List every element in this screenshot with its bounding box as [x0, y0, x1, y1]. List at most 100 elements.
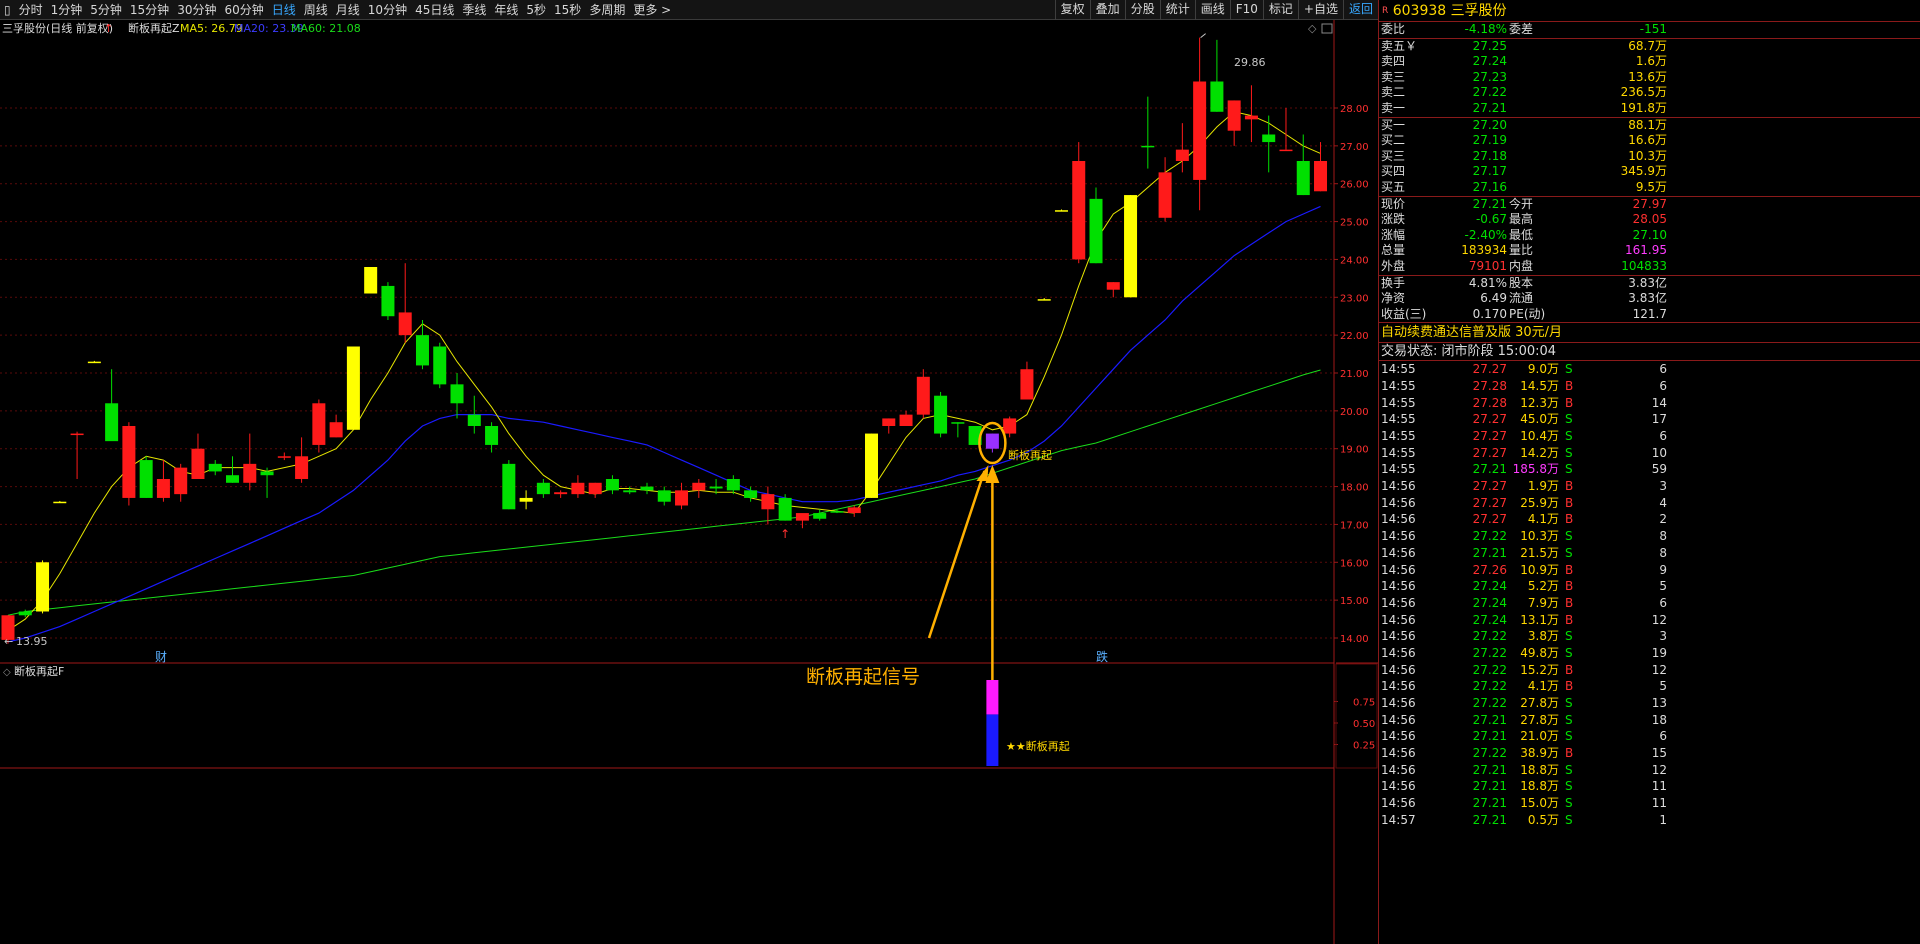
candle-body	[36, 562, 50, 612]
tick-count: 17	[1651, 412, 1667, 427]
stat-row: 净资 6.49 流通 3.83亿	[1379, 291, 1920, 307]
tick-volume: 4.1万	[1527, 679, 1559, 694]
period-tab-8[interactable]: 月线	[332, 0, 364, 20]
chart-diamond-icon[interactable]: ◇	[1308, 22, 1317, 35]
tick-count: 13	[1651, 696, 1667, 711]
stock-header[interactable]: R 603938 三孚股份	[1379, 0, 1920, 22]
drop-marker[interactable]: 跌	[1096, 649, 1108, 664]
tool-button-2[interactable]: 分股	[1124, 0, 1160, 20]
tick-count: 6	[1659, 729, 1667, 744]
stat-value: 27.21	[1472, 196, 1507, 211]
period-tab-7[interactable]: 周线	[300, 0, 332, 20]
candle-body	[571, 482, 585, 495]
tick-time: 14:56	[1381, 729, 1416, 744]
period-tab-10[interactable]: 45日线	[411, 0, 458, 20]
candle-body	[1020, 369, 1034, 400]
tool-button-8[interactable]: 返回	[1342, 0, 1378, 20]
finance-marker[interactable]: 财	[155, 650, 167, 664]
stat-label: 换手	[1381, 275, 1406, 290]
tool-button-1[interactable]: 叠加	[1089, 0, 1125, 20]
period-tab-2[interactable]: 5分钟	[86, 0, 126, 20]
period-tab-6[interactable]: 日线	[268, 0, 300, 20]
period-tab-4[interactable]: 30分钟	[173, 0, 220, 20]
tool-button-3[interactable]: 统计	[1159, 0, 1195, 20]
candle-59	[1020, 361, 1034, 400]
stat-label: 流通	[1509, 291, 1534, 306]
tick-side: S	[1565, 796, 1573, 811]
candle-71	[1227, 100, 1241, 146]
kline-chart[interactable]: 28.00 27.00 26.00 25.00 24.00 23.00 22.00 21.00…	[0, 20, 1378, 944]
tick-count: 3	[1659, 629, 1667, 644]
stat-label: 涨跌	[1381, 212, 1406, 227]
tick-side: S	[1565, 696, 1573, 711]
period-tab-16[interactable]: 更多 >	[629, 0, 675, 20]
tick-row: 14:56 27.21 18.8万 S 11	[1379, 778, 1920, 795]
period-tab-15[interactable]: 多周期	[585, 0, 629, 20]
tick-count: 59	[1651, 462, 1667, 477]
stat-value: 183934	[1461, 243, 1507, 258]
candle-28	[485, 422, 499, 453]
candle-body	[536, 482, 550, 495]
stat-value: 6.49	[1480, 291, 1507, 306]
period-tab-5[interactable]: 60分钟	[220, 0, 267, 20]
tool-button-6[interactable]: 标记	[1262, 0, 1298, 20]
candle-body	[1227, 100, 1241, 131]
stat-value: 27.97	[1632, 196, 1667, 211]
tick-time: 14:55	[1381, 445, 1416, 460]
subchart-title: 断板再起F	[14, 664, 64, 678]
stat-row: 收益(三) 0.170 PE(动) 121.7	[1379, 307, 1920, 323]
tick-side: S	[1565, 529, 1573, 544]
chart-window-icon[interactable]	[1321, 23, 1333, 34]
tick-volume: 18.8万	[1520, 779, 1559, 794]
candle-body	[554, 492, 568, 495]
period-tab-3[interactable]: 15分钟	[126, 0, 173, 20]
candle-31	[536, 479, 550, 498]
candle-20	[346, 346, 360, 430]
tick-side: S	[1565, 362, 1573, 377]
ask-volume: 236.5万	[1620, 85, 1667, 100]
period-tab-9[interactable]: 10分钟	[364, 0, 411, 20]
candle-body	[312, 403, 326, 445]
tool-button-4[interactable]: 画线	[1194, 0, 1230, 20]
candle-50	[865, 433, 878, 498]
tick-side: S	[1565, 429, 1573, 444]
candle-67	[1158, 157, 1172, 222]
tick-volume: 27.8万	[1520, 712, 1559, 727]
tool-button-5[interactable]: F10	[1229, 0, 1263, 20]
price-axis-label: 14.00	[1340, 634, 1369, 645]
candle-23	[398, 263, 412, 343]
candle-4	[70, 431, 84, 479]
tick-row: 14:56 27.22 15.2万 B 12	[1379, 662, 1920, 679]
weibi-row: 委比 -4.18% 委差 -151	[1379, 22, 1920, 38]
legend-up-arrow-icon: ↑	[104, 22, 113, 35]
period-tab-0[interactable]: 分时	[15, 0, 47, 20]
tick-time: 14:55	[1381, 412, 1416, 427]
toolbar-collapse-icon[interactable]: ▯	[0, 0, 15, 20]
candle-44	[761, 486, 775, 525]
candle-9	[156, 460, 170, 502]
ask-label: 卖二	[1381, 85, 1406, 100]
candle-5	[87, 360, 101, 364]
period-tab-11[interactable]: 季线	[458, 0, 490, 20]
candle-15	[260, 467, 274, 498]
period-tab-14[interactable]: 15秒	[550, 0, 585, 20]
candle-body	[1262, 134, 1276, 143]
bid-row: 买四 27.17 345.9万	[1379, 164, 1920, 180]
tick-list[interactable]: 14:55 27.27 9.0万 S 6 14:55 27.28 14.5万 B 6 14:55 27…	[1379, 361, 1920, 828]
stat-row: 涨跌 -0.67 最高 28.05	[1379, 212, 1920, 228]
tick-count: 12	[1651, 662, 1667, 677]
candle-22	[381, 282, 395, 320]
period-tab-13[interactable]: 5秒	[522, 0, 550, 20]
tool-button-0[interactable]: 复权	[1054, 0, 1090, 20]
period-tab-12[interactable]: 年线	[490, 0, 522, 20]
period-tab-1[interactable]: 1分钟	[47, 0, 87, 20]
stat-label: 最低	[1509, 227, 1534, 242]
renewal-ad[interactable]: 自动续费通达信普及版 30元/月	[1379, 323, 1920, 344]
candle-53	[916, 369, 930, 419]
price-axis-label: 16.00	[1340, 558, 1369, 569]
tool-button-7[interactable]: +自选	[1297, 0, 1343, 20]
tick-volume: 185.8万	[1512, 462, 1559, 477]
tick-volume: 10.4万	[1520, 429, 1559, 444]
tick-side: S	[1565, 779, 1573, 794]
candle-body	[156, 479, 170, 498]
